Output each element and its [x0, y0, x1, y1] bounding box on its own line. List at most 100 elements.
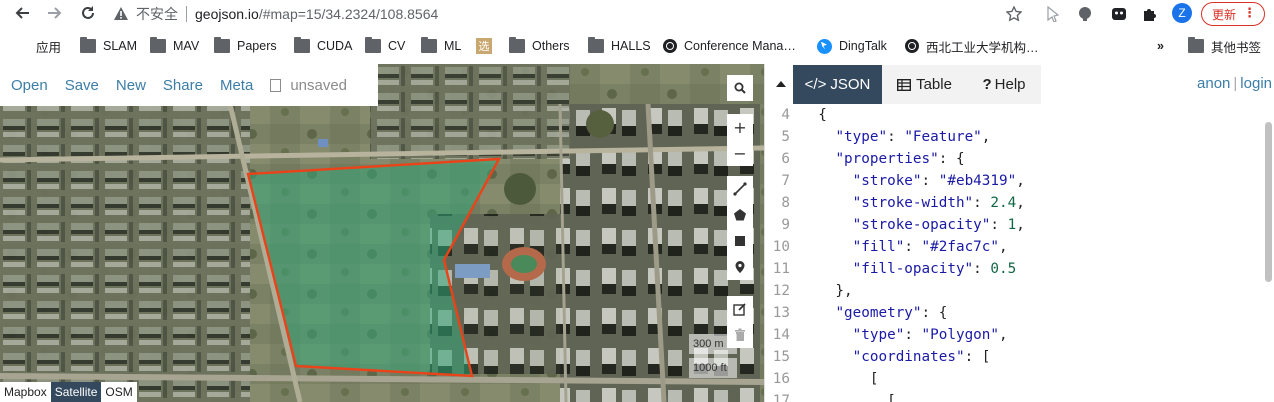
code-line: 12 },	[765, 283, 1265, 305]
bookmark-apps[interactable]: 应用	[13, 33, 61, 59]
folder-icon	[365, 37, 381, 53]
layer-satellite[interactable]: Satellite	[50, 382, 102, 402]
zoom-out-button[interactable]: −	[727, 140, 753, 166]
insecure-label: 不安全	[136, 5, 178, 22]
bookmark-folder-others[interactable]: Others	[509, 33, 570, 59]
tab-table[interactable]: Table	[882, 65, 967, 104]
xuan-icon: 选	[476, 38, 492, 54]
draw-rectangle-button[interactable]	[727, 228, 753, 254]
code-line: 10 "fill": "#2fac7c",	[765, 239, 1265, 261]
document-icon	[270, 78, 282, 92]
collapse-panel-button[interactable]	[773, 76, 789, 92]
code-text: "type": "Feature",	[835, 129, 991, 145]
address-bar[interactable]: 不安全 geojson.io /#map=15/34.2324/108.8564	[112, 0, 438, 27]
bookmark-nwpu[interactable]: 西北工业大学机构…	[905, 33, 1039, 59]
layer-mapbox[interactable]: Mapbox	[0, 382, 51, 402]
search-icon	[734, 82, 746, 94]
code-line: 5 "type": "Feature",	[765, 129, 1265, 151]
code-text: "geometry": {	[835, 305, 948, 321]
code-text: [	[801, 371, 879, 387]
bookmark-folder-cv[interactable]: CV	[365, 33, 405, 59]
url-host: geojson.io	[195, 5, 259, 22]
bookmark-label: SLAM	[103, 39, 138, 53]
line-number: 9	[781, 217, 790, 233]
code-text: "fill-opacity": 0.5	[852, 261, 1017, 277]
scale-metric: 300 m	[689, 334, 737, 354]
editor-scrollbar[interactable]	[1265, 122, 1272, 282]
bookmark-folder-papers[interactable]: Papers	[214, 33, 277, 59]
extension-icon[interactable]	[1074, 3, 1096, 25]
auth-separator: |	[1233, 75, 1238, 92]
line-number: 11	[772, 261, 790, 277]
bookmark-label: CUDA	[317, 39, 353, 53]
code-text: [	[801, 393, 896, 402]
bookmark-label: ML	[444, 39, 462, 53]
cursor-extension-icon[interactable]	[1042, 3, 1064, 25]
bookmark-label: Conference Mana…	[684, 39, 796, 53]
bookmark-folder-cuda[interactable]: CUDA	[294, 33, 352, 59]
update-button[interactable]: 更新 ⋮	[1201, 2, 1265, 26]
bookmark-label: 应用	[36, 40, 62, 55]
code-line: 15 "coordinates": [	[765, 349, 1265, 371]
code-line: 16 [	[765, 371, 1265, 393]
forward-icon[interactable]	[43, 2, 67, 24]
meta-button[interactable]: Meta	[220, 77, 253, 94]
square-icon	[735, 236, 745, 246]
code-text: "type": "Polygon",	[852, 327, 1008, 343]
apps-icon	[13, 39, 29, 53]
anon-link[interactable]: anon	[1197, 75, 1230, 92]
tab-help[interactable]: ? Help	[967, 65, 1041, 104]
bookmark-label: MAV	[173, 39, 200, 53]
menu-dots-icon: ⋮	[1243, 6, 1256, 21]
draw-polygon-button[interactable]	[727, 202, 753, 228]
draw-marker-button[interactable]	[727, 254, 753, 280]
zoom-controls: + −	[727, 114, 753, 166]
login-link[interactable]: login	[1240, 75, 1272, 92]
bookmark-folder-mav[interactable]: MAV	[150, 33, 199, 59]
folder-icon	[294, 37, 310, 53]
tab-json[interactable]: </> JSON	[793, 65, 882, 104]
json-editor[interactable]: 4 {5 "type": "Feature", 6 "properties": {…	[765, 107, 1265, 402]
folder-icon	[509, 37, 525, 53]
bookmark-folder-ml[interactable]: ML	[421, 33, 461, 59]
profile-avatar[interactable]: Z	[1172, 3, 1192, 23]
bookmarks-overflow-button[interactable]: »	[1157, 33, 1164, 59]
line-number: 8	[781, 195, 790, 211]
code-line: 9 "stroke-opacity": 1,	[765, 217, 1265, 239]
open-button[interactable]: Open	[11, 77, 48, 94]
bookmark-label: 其他书签	[1211, 40, 1262, 55]
table-icon	[897, 78, 912, 91]
reload-icon[interactable]	[76, 2, 100, 24]
zoom-in-button[interactable]: +	[727, 114, 753, 140]
puzzle-icon[interactable]	[1139, 3, 1161, 25]
line-number: 6	[781, 151, 790, 167]
update-label: 更新	[1212, 7, 1237, 22]
edit-layers-button[interactable]	[727, 296, 753, 322]
map-search-button[interactable]	[727, 75, 753, 101]
layer-osm[interactable]: OSM	[101, 382, 137, 402]
line-number: 12	[772, 283, 790, 299]
bookmark-xuan[interactable]: 选	[476, 33, 499, 59]
satellite-map[interactable]	[0, 64, 764, 402]
share-button[interactable]: Share	[163, 77, 203, 94]
bookmark-dingtalk[interactable]: DingTalk	[817, 33, 887, 59]
back-icon[interactable]	[10, 2, 34, 24]
bookmark-folder-slam[interactable]: SLAM	[80, 33, 137, 59]
bookmark-folder-other[interactable]: 其他书签	[1188, 33, 1261, 59]
code-text: "stroke": "#eb4319",	[852, 173, 1025, 189]
draw-line-button[interactable]	[727, 176, 753, 202]
code-text: "stroke-width": 2.4,	[852, 195, 1025, 211]
save-button[interactable]: Save	[65, 77, 99, 94]
scale-imperial: 1000 ft	[689, 358, 737, 378]
bookmark-star-icon[interactable]	[1003, 3, 1025, 25]
code-icon: </>	[804, 76, 827, 93]
code-line: 8 "stroke-width": 2.4,	[765, 195, 1265, 217]
extension-icon[interactable]	[1108, 3, 1130, 25]
bookmark-folder-halls[interactable]: HALLS	[588, 33, 651, 59]
line-number: 13	[772, 305, 790, 321]
code-line: 11 "fill-opacity": 0.5	[765, 261, 1265, 283]
code-text: "coordinates": [	[852, 349, 991, 365]
new-button[interactable]: New	[116, 77, 146, 94]
bookmark-conference[interactable]: Conference Mana…	[663, 33, 796, 59]
url-path: /#map=15/34.2324/108.8564	[258, 5, 439, 22]
